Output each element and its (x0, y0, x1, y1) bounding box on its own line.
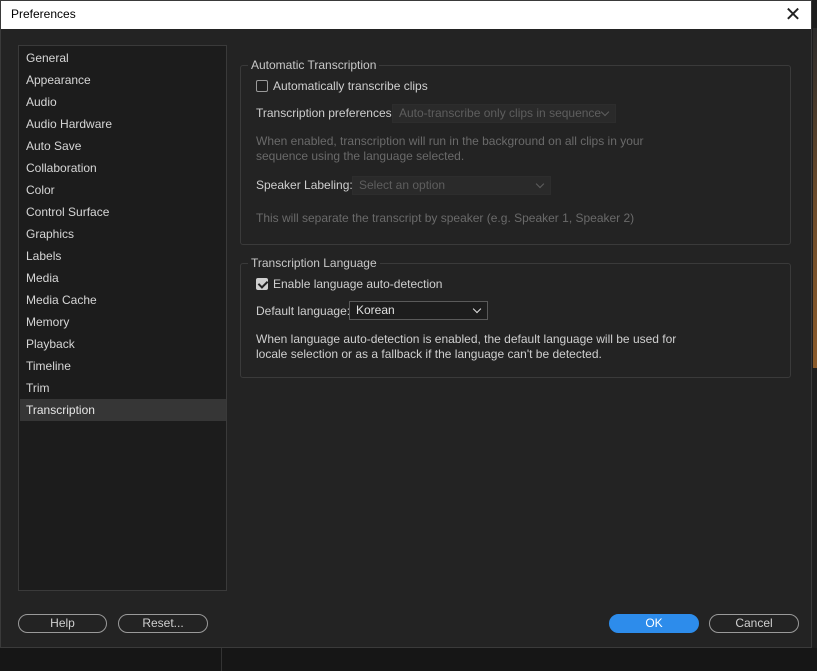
sidebar-item-auto-save[interactable]: Auto Save (20, 135, 226, 157)
sidebar-item-audio[interactable]: Audio (20, 91, 226, 113)
cancel-button[interactable]: Cancel (709, 614, 799, 633)
auto-transcribe-checkbox[interactable] (256, 80, 268, 92)
default-language-label: Default language: (256, 304, 351, 318)
language-description-2: locale selection or as a fallback if the… (256, 347, 602, 361)
default-language-select[interactable]: Korean (349, 301, 488, 320)
sidebar-item-labels[interactable]: Labels (20, 245, 226, 267)
sidebar-item-appearance[interactable]: Appearance (20, 69, 226, 91)
language-description: When language auto-detection is enabled,… (256, 332, 677, 346)
sidebar-item-audio-hardware[interactable]: Audio Hardware (20, 113, 226, 135)
speaker-labeling-description: This will separate the transcript by spe… (256, 211, 635, 225)
chevron-down-icon (600, 107, 610, 117)
reset-button[interactable]: Reset... (118, 614, 208, 633)
sidebar-item-general[interactable]: General (20, 47, 226, 69)
auto-transcription-description: When enabled, transcription will run in … (256, 134, 644, 148)
chevron-down-icon (472, 304, 482, 314)
preferences-sidebar: General Appearance Audio Audio Hardware Auto… (18, 45, 227, 591)
sidebar-item-transcription[interactable]: Transcription (20, 399, 226, 421)
language-auto-detection-checkbox[interactable] (256, 278, 268, 290)
sidebar-item-collaboration[interactable]: Collaboration (20, 157, 226, 179)
auto-transcribe-label[interactable]: Automatically transcribe clips (273, 79, 428, 93)
transcription-preferences-value: Auto-transcribe only clips in sequence (399, 106, 602, 120)
chevron-down-icon (535, 179, 545, 189)
sidebar-item-control-surface[interactable]: Control Surface (20, 201, 226, 223)
sidebar-item-graphics[interactable]: Graphics (20, 223, 226, 245)
transcription-preferences-label: Transcription preferences: (256, 106, 395, 120)
window-title: Preferences (11, 7, 76, 21)
background-panel-edge (813, 28, 817, 368)
background-separator (221, 648, 222, 671)
sidebar-item-media-cache[interactable]: Media Cache (20, 289, 226, 311)
preferences-dialog: Preferences ✕ General Appearance Audio Audi… (0, 0, 812, 648)
sidebar-item-timeline[interactable]: Timeline (20, 355, 226, 377)
speaker-labeling-select[interactable]: Select an option (352, 176, 551, 195)
language-auto-detection-label[interactable]: Enable language auto-detection (273, 277, 442, 291)
default-language-value: Korean (356, 303, 395, 317)
group-legend: Automatic Transcription (248, 57, 380, 73)
close-icon[interactable]: ✕ (781, 3, 805, 27)
background-bottom-bar (0, 648, 817, 671)
auto-transcription-description-2: sequence using the language selected. (256, 149, 465, 163)
help-button[interactable]: Help (18, 614, 107, 633)
sidebar-item-media[interactable]: Media (20, 267, 226, 289)
group-legend: Transcription Language (248, 255, 380, 271)
speaker-labeling-placeholder: Select an option (359, 178, 446, 192)
sidebar-item-memory[interactable]: Memory (20, 311, 226, 333)
transcription-preferences-select[interactable]: Auto-transcribe only clips in sequence (392, 104, 616, 123)
ok-button[interactable]: OK (609, 614, 699, 633)
sidebar-item-playback[interactable]: Playback (20, 333, 226, 355)
sidebar-item-trim[interactable]: Trim (20, 377, 226, 399)
speaker-labeling-label: Speaker Labeling: (256, 178, 353, 192)
sidebar-item-color[interactable]: Color (20, 179, 226, 201)
title-bar: Preferences ✕ (1, 1, 811, 29)
